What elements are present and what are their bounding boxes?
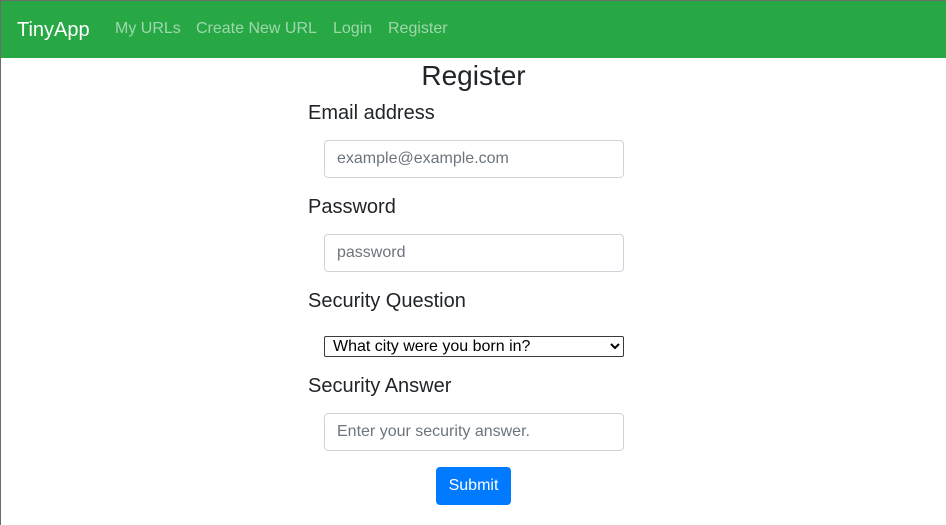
email-input[interactable] [324,140,624,178]
security-answer-label: Security Answer [308,375,452,397]
security-question-select[interactable]: What city were you born in? [324,336,624,357]
nav-link-create-new-url[interactable]: Create New URL [196,19,317,39]
navbar: TinyApp My URLs Create New URL Login Reg… [1,1,946,58]
nav-link-register[interactable]: Register [388,19,448,39]
password-input[interactable] [324,234,624,272]
page-title: Register [421,60,526,91]
nav-link-login[interactable]: Login [333,19,372,39]
security-answer-input[interactable] [324,413,624,451]
brand-link[interactable]: TinyApp [17,18,90,42]
security-question-label: Security Question [308,290,466,312]
email-label: Email address [308,102,435,124]
submit-button[interactable]: Submit [436,467,511,505]
nav-link-my-urls[interactable]: My URLs [115,19,181,39]
password-label: Password [308,196,396,218]
